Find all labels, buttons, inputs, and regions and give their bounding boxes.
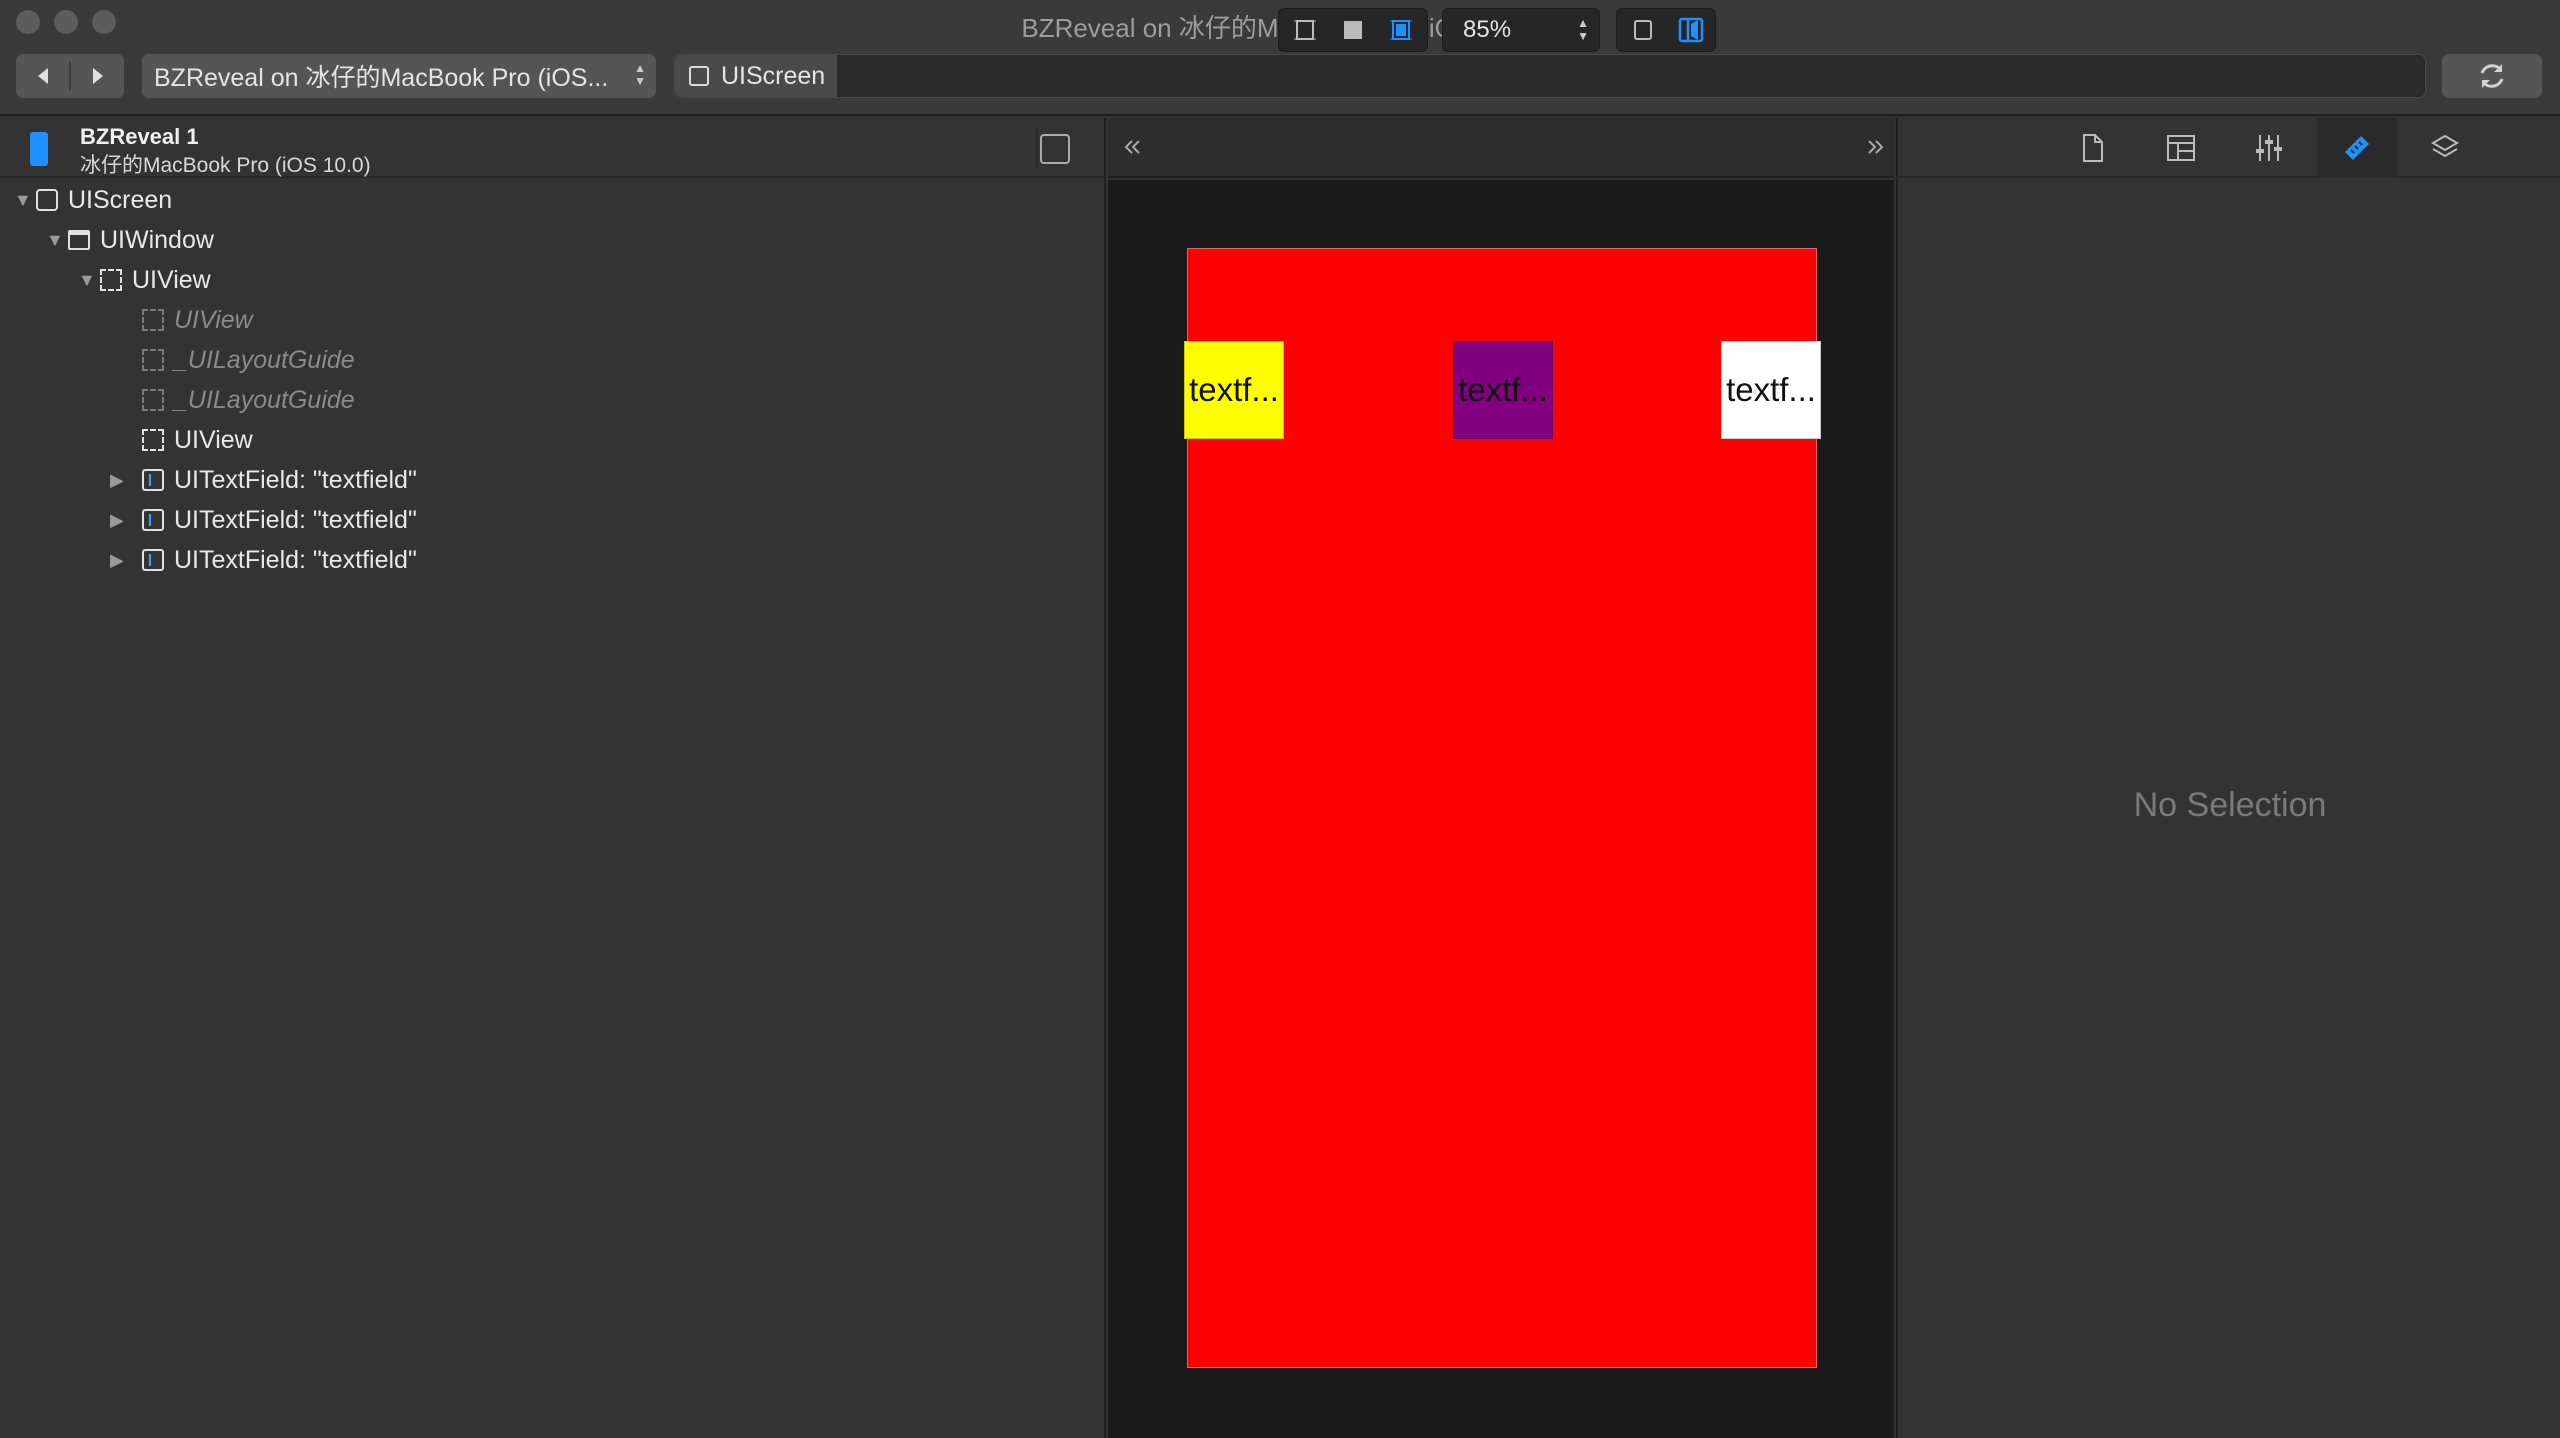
toolbar: BZReveal on 冰仔的MacBook Pro (iOS... ▲ ▼ UI… bbox=[0, 46, 2560, 116]
hierarchy-pane: BZReveal 1 冰仔的MacBook Pro (iOS 10.0) ▼ U… bbox=[0, 118, 1106, 1438]
textfield-preview[interactable]: textf... bbox=[1453, 341, 1553, 439]
screen-icon bbox=[689, 66, 709, 86]
updown-arrows-icon: ▲ ▼ bbox=[1577, 16, 1589, 43]
app-name: BZReveal 1 bbox=[80, 124, 199, 149]
disclosure-closed-icon[interactable]: ▶ bbox=[110, 470, 142, 491]
sliders-icon bbox=[2256, 135, 2282, 161]
textfield-icon bbox=[142, 509, 164, 531]
tab-layout[interactable] bbox=[2141, 118, 2221, 178]
collapse-right-button[interactable] bbox=[1860, 126, 1890, 168]
device-select-label: BZReveal on 冰仔的MacBook Pro (iOS... bbox=[154, 64, 609, 92]
zoom-select[interactable]: 85% ▲ ▼ bbox=[1442, 8, 1600, 52]
double-chevron-left-icon bbox=[1124, 140, 1140, 154]
tree-item[interactable]: ▼ UIWindow bbox=[46, 220, 214, 260]
reload-button[interactable] bbox=[2442, 54, 2542, 98]
tree-item[interactable]: ▶ UITextField: "textfield" bbox=[110, 540, 417, 580]
collapse-left-button[interactable] bbox=[1118, 126, 1148, 168]
tree-item-label: UIWindow bbox=[100, 225, 214, 254]
orientation-segment bbox=[1616, 8, 1716, 52]
textfield-preview[interactable]: textf... bbox=[1184, 341, 1284, 439]
textfield-icon bbox=[142, 549, 164, 571]
textfield-text: textf... bbox=[1189, 371, 1279, 408]
tree-item[interactable]: ▶ UITextField: "textfield" bbox=[110, 500, 417, 540]
tab-size[interactable] bbox=[2317, 118, 2397, 178]
view-icon bbox=[100, 269, 122, 291]
view-icon bbox=[142, 429, 164, 451]
split-pane-button[interactable] bbox=[1669, 9, 1713, 51]
double-chevron-right-icon bbox=[1868, 140, 1884, 154]
focus-frame-icon[interactable] bbox=[1040, 134, 1070, 164]
tree-item[interactable]: _UILayoutGuide bbox=[142, 340, 355, 380]
tree-item-label: UITextField: "textfield" bbox=[174, 465, 417, 494]
tree-item[interactable]: ▼ UIView bbox=[78, 260, 211, 300]
device-select[interactable]: BZReveal on 冰仔的MacBook Pro (iOS... ▲ ▼ bbox=[142, 54, 656, 98]
device-phone-icon bbox=[30, 132, 48, 166]
frame-content-icon bbox=[1390, 20, 1412, 40]
canvas-toolbar bbox=[1108, 118, 1894, 178]
tab-attributes[interactable] bbox=[2229, 118, 2309, 178]
tree-item-label: UITextField: "textfield" bbox=[174, 545, 417, 574]
forward-button[interactable] bbox=[71, 54, 124, 98]
no-selection-label: No Selection bbox=[2133, 786, 2327, 824]
chevron-right-icon bbox=[92, 68, 103, 84]
tree-item-label: UIView bbox=[132, 265, 211, 294]
navigation-buttons bbox=[16, 54, 124, 98]
zoom-value: 85% bbox=[1463, 16, 1512, 43]
chevron-left-icon bbox=[37, 68, 48, 84]
tree-item-label: UIScreen bbox=[68, 185, 173, 214]
disclosure-open-icon[interactable]: ▼ bbox=[46, 230, 68, 251]
tree-item[interactable]: ▼ UIScreen bbox=[14, 180, 172, 220]
file-icon bbox=[2083, 134, 2103, 162]
path-bar: UIScreen bbox=[674, 54, 2426, 98]
inspector-pane: No Selection bbox=[1896, 118, 2560, 1438]
textfield-text: textf... bbox=[1726, 371, 1816, 408]
solid-square-icon bbox=[1344, 21, 1362, 39]
app-device: 冰仔的MacBook Pro (iOS 10.0) bbox=[80, 154, 371, 177]
tree-item-label: _UILayoutGuide bbox=[174, 385, 355, 414]
disclosure-closed-icon[interactable]: ▶ bbox=[110, 510, 142, 531]
window-icon bbox=[68, 230, 90, 250]
rectangle-icon bbox=[1634, 20, 1652, 40]
textfield-text: textf... bbox=[1458, 371, 1548, 408]
display-mode-segment bbox=[1278, 8, 1428, 52]
disclosure-open-icon[interactable]: ▼ bbox=[78, 270, 100, 291]
back-button[interactable] bbox=[16, 54, 69, 98]
view-icon bbox=[142, 349, 164, 371]
view-icon bbox=[142, 309, 164, 331]
textfield-icon bbox=[142, 469, 164, 491]
split-view-icon bbox=[1678, 17, 1704, 43]
reload-icon bbox=[2480, 64, 2504, 88]
combined-mode-button[interactable] bbox=[1379, 9, 1423, 51]
screen-icon bbox=[36, 189, 58, 211]
disclosure-open-icon[interactable]: ▼ bbox=[14, 190, 36, 211]
disclosure-closed-icon[interactable]: ▶ bbox=[110, 550, 142, 571]
tree-item[interactable]: UIView bbox=[142, 420, 253, 460]
tree-item[interactable]: _UILayoutGuide bbox=[142, 380, 355, 420]
app-header: BZReveal 1 冰仔的MacBook Pro (iOS 10.0) bbox=[0, 118, 1106, 178]
path-segment-label: UIScreen bbox=[721, 61, 826, 90]
content-mode-button[interactable] bbox=[1331, 9, 1375, 51]
tree-item[interactable]: ▶ UITextField: "textfield" bbox=[110, 460, 417, 500]
view-icon bbox=[142, 389, 164, 411]
single-pane-button[interactable] bbox=[1621, 9, 1665, 51]
tree-item-label: UITextField: "textfield" bbox=[174, 505, 417, 534]
wireframe-mode-button[interactable] bbox=[1283, 9, 1327, 51]
tree-item-label: _UILayoutGuide bbox=[174, 345, 355, 374]
wireframe-icon bbox=[1294, 20, 1316, 40]
layout-icon bbox=[2167, 135, 2195, 161]
divider bbox=[1036, 128, 1038, 168]
inspector-tabs bbox=[1898, 118, 2560, 178]
tab-file[interactable] bbox=[2053, 118, 2133, 178]
tree-item[interactable]: UIView bbox=[142, 300, 253, 340]
layers-icon bbox=[2431, 134, 2459, 158]
tree-item-label: UIView bbox=[174, 425, 253, 454]
tab-layers[interactable] bbox=[2405, 118, 2485, 178]
path-segment-uiscreen[interactable]: UIScreen bbox=[675, 55, 837, 97]
ruler-icon bbox=[2345, 136, 2369, 160]
tree-item-label: UIView bbox=[174, 305, 253, 334]
updown-arrows-icon: ▲ ▼ bbox=[634, 61, 646, 88]
textfield-preview[interactable]: textf... bbox=[1721, 341, 1821, 439]
